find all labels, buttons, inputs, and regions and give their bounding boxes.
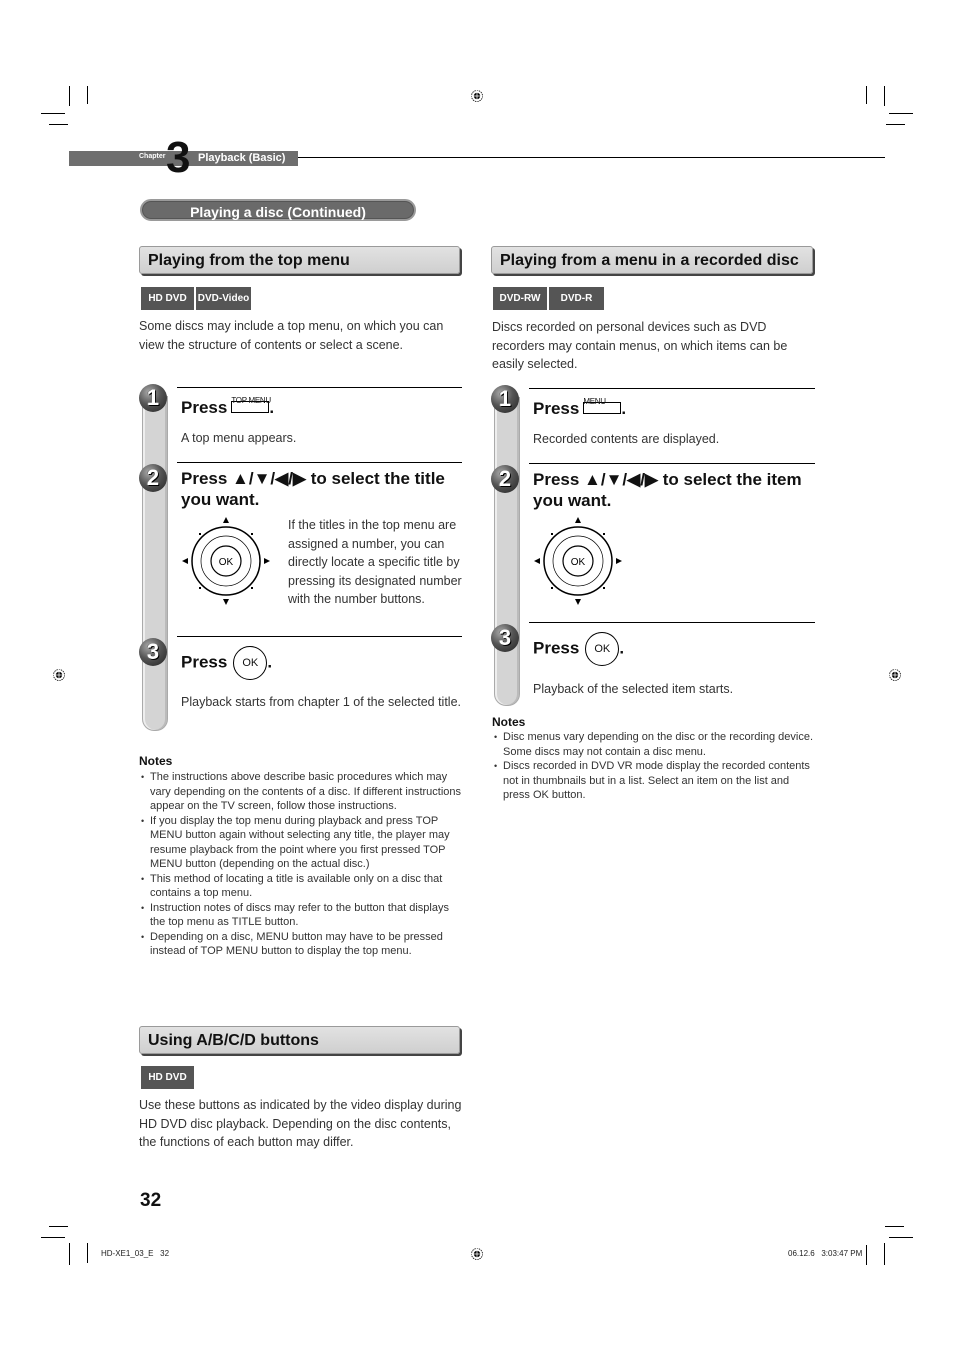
- step-divider: [177, 462, 462, 463]
- registration-mark-icon: [470, 89, 484, 103]
- crop-mark: [884, 1243, 885, 1265]
- chapter-label: Chapter: [139, 153, 166, 160]
- step-number-1: 1: [139, 384, 167, 412]
- press-label: Press: [533, 638, 580, 658]
- notes-heading: Notes: [139, 754, 173, 768]
- step-3-title: Press OK.: [181, 646, 272, 680]
- step-rail: [494, 397, 520, 706]
- notes-list: Disc menus vary depending on the disc or…: [492, 730, 814, 803]
- note-item: Discs recorded in DVD VR mode display th…: [492, 759, 814, 803]
- crop-mark: [889, 1237, 913, 1238]
- step-2-description: If the titles in the top menu are assign…: [288, 518, 462, 606]
- top-menu-button-icon: TOP MENU: [231, 396, 271, 413]
- menu-button-icon: MENU: [583, 397, 622, 414]
- crop-mark: [49, 1226, 68, 1227]
- note-item: Depending on a disc, MENU button may hav…: [139, 930, 465, 959]
- registration-mark-icon: [888, 668, 902, 682]
- disc-badge-hd-dvd: HD DVD: [141, 287, 194, 310]
- notes-heading: Notes: [492, 715, 526, 729]
- print-slug-right: 06.12.6 3:03:47 PM: [788, 1249, 863, 1258]
- step-3-description: Playback of the selected item starts.: [533, 682, 734, 696]
- title-suffix: .: [267, 652, 273, 672]
- abcd-body: Use these buttons as indicated by the vi…: [139, 1098, 462, 1149]
- registration-mark-icon: [52, 668, 66, 682]
- step-1-title: Press TOP MENU.: [181, 396, 274, 418]
- step-2-title: Press ▲/▼/◀/▶ to select the item you wan…: [533, 470, 802, 510]
- top-menu-intro: Some discs may include a top menu, on wh…: [139, 319, 444, 352]
- disc-badge-dvd-r: DVD-R: [549, 287, 604, 310]
- section-heading-recorded-disc: Playing from a menu in a recorded disc: [491, 246, 813, 274]
- step-divider: [177, 636, 462, 637]
- dpad-icon: OK: [534, 517, 622, 605]
- step-divider: [529, 622, 815, 623]
- press-label: Press: [181, 652, 228, 672]
- section-heading-abcd: Using A/B/C/D buttons: [139, 1026, 460, 1054]
- step-rail: [142, 396, 168, 731]
- step-number-1: 1: [491, 385, 519, 413]
- crop-mark: [49, 124, 68, 125]
- step-number-3: 3: [491, 624, 519, 652]
- note-item: The instructions above describe basic pr…: [139, 770, 465, 814]
- chapter-number: 3: [166, 133, 191, 182]
- note-item: If you display the top menu during playb…: [139, 814, 465, 872]
- step-2-title: Press ▲/▼/◀/▶ to select the title you wa…: [181, 469, 445, 509]
- step-1-description: A top menu appears.: [181, 431, 297, 445]
- note-item: This method of locating a title is avail…: [139, 872, 465, 901]
- step-divider: [529, 388, 815, 389]
- ok-button-icon: OK: [233, 646, 268, 680]
- dpad-ok-label: OK: [219, 557, 234, 568]
- notes-list: The instructions above describe basic pr…: [139, 770, 465, 959]
- title-suffix: .: [621, 399, 627, 418]
- button-label: MENU: [583, 397, 606, 406]
- crop-mark: [87, 1243, 88, 1263]
- disc-badge-dvd-rw: DVD-RW: [493, 287, 547, 310]
- button-label: TOP MENU: [231, 396, 271, 405]
- section-heading-top-menu: Playing from the top menu: [139, 246, 460, 274]
- page-section-title: Playing a disc (Continued): [140, 199, 416, 221]
- note-item: Instruction notes of discs may refer to …: [139, 901, 465, 930]
- dpad-icon: OK: [182, 517, 270, 605]
- crop-mark: [885, 1226, 904, 1227]
- recorded-intro: Discs recorded on personal devices such …: [492, 320, 788, 371]
- crop-mark: [866, 86, 867, 104]
- page-number: 32: [140, 1190, 162, 1211]
- crop-mark: [87, 86, 88, 104]
- press-label: Press: [533, 399, 580, 418]
- disc-badge-hd-dvd: HD DVD: [141, 1066, 194, 1089]
- crop-mark: [41, 113, 65, 114]
- step-number-3: 3: [139, 638, 167, 666]
- header-rule: [298, 157, 885, 158]
- step-number-2: 2: [139, 464, 167, 492]
- dpad-ok-label: OK: [571, 557, 586, 568]
- note-item: Disc menus vary depending on the disc or…: [492, 730, 814, 759]
- crop-mark: [886, 124, 905, 125]
- disc-badge-dvd-video: DVD-Video: [196, 287, 251, 310]
- press-label: Press: [181, 398, 228, 417]
- chapter-title: Playback (Basic): [198, 152, 286, 164]
- step-3-description: Playback starts from chapter 1 of the se…: [181, 695, 461, 709]
- step-1-description: Recorded contents are displayed.: [533, 432, 720, 446]
- title-suffix: .: [619, 638, 625, 658]
- ok-button-icon: OK: [585, 632, 620, 666]
- step-3-title: Press OK.: [533, 632, 624, 666]
- crop-mark: [889, 113, 913, 114]
- print-slug-left: HD-XE1_03_E 32: [101, 1249, 170, 1258]
- step-divider: [177, 387, 462, 388]
- step-1-title: Press MENU.: [533, 397, 627, 419]
- crop-mark: [69, 1243, 70, 1265]
- crop-mark: [866, 1245, 867, 1265]
- crop-mark: [884, 86, 885, 106]
- step-number-2: 2: [491, 465, 519, 493]
- crop-mark: [69, 86, 70, 106]
- registration-mark-icon: [470, 1247, 484, 1261]
- crop-mark: [41, 1237, 65, 1238]
- step-divider: [529, 463, 815, 464]
